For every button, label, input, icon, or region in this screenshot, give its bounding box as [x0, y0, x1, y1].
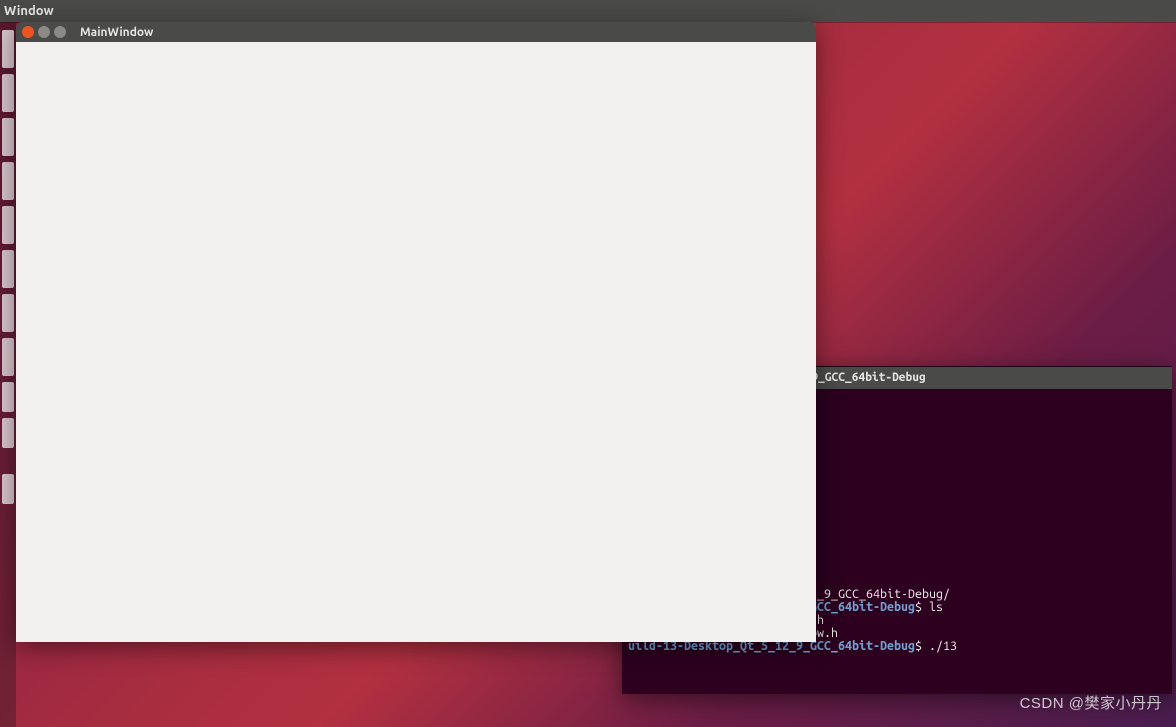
- watermark: CSDN @樊家小丹丹: [1020, 692, 1162, 713]
- window-buttons: [22, 26, 66, 38]
- watermark-text: CSDN @樊家小丹丹: [1020, 695, 1162, 712]
- window-title: MainWindow: [80, 26, 153, 39]
- launcher-item[interactable]: [2, 418, 14, 448]
- maximize-button[interactable]: [54, 26, 66, 38]
- main-window: MainWindow: [16, 22, 816, 642]
- launcher-item[interactable]: [2, 250, 14, 288]
- launcher-item[interactable]: [2, 162, 14, 200]
- launcher-spacer: [2, 454, 14, 468]
- launcher-item[interactable]: [2, 74, 14, 112]
- main-window-body: [16, 42, 816, 642]
- minimize-button[interactable]: [38, 26, 50, 38]
- launcher-item[interactable]: [2, 382, 14, 412]
- launcher-item[interactable]: [2, 30, 14, 68]
- menubar-title: Window: [4, 4, 54, 18]
- launcher-item[interactable]: [2, 474, 14, 504]
- term-text: $ ls: [915, 600, 943, 614]
- close-button[interactable]: [22, 26, 34, 38]
- launcher-item[interactable]: [2, 338, 14, 376]
- launcher-item[interactable]: [2, 118, 14, 156]
- unity-launcher: [0, 22, 16, 727]
- term-text: $ ./13: [915, 639, 957, 653]
- launcher-item[interactable]: [2, 294, 14, 332]
- top-menubar: Window: [0, 0, 1176, 22]
- window-titlebar[interactable]: MainWindow: [16, 22, 816, 42]
- launcher-item[interactable]: [2, 206, 14, 244]
